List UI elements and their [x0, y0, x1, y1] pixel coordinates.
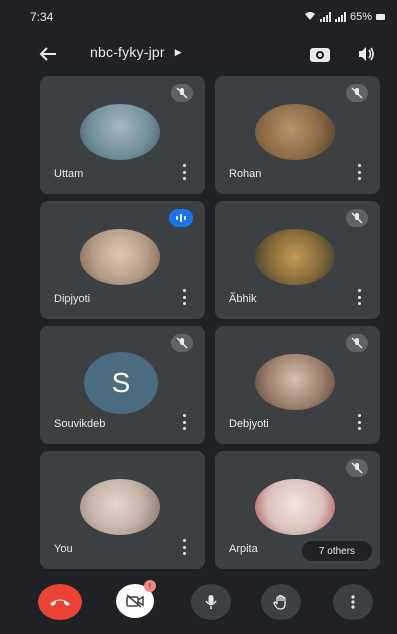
- signal-icon: [319, 12, 331, 22]
- hang-up-icon: [50, 599, 70, 606]
- mic-off-icon: [171, 84, 193, 102]
- participant-tile-rohan[interactable]: Rohan: [215, 76, 380, 194]
- participant-tile-debjyoti[interactable]: Debjyoti: [215, 326, 380, 444]
- battery-icon: [376, 14, 385, 20]
- battery-text: 65%: [349, 11, 372, 23]
- avatar: [255, 229, 335, 285]
- participant-name: Souvikdeb: [54, 418, 106, 430]
- end-call-button[interactable]: [38, 584, 82, 620]
- more-options-icon[interactable]: [181, 539, 187, 555]
- participant-name: Ãbhik: [229, 293, 257, 305]
- microphone-icon: [205, 595, 217, 609]
- avatar: [80, 104, 160, 160]
- mic-off-icon: [346, 209, 368, 227]
- switch-camera-button[interactable]: [306, 40, 334, 68]
- meeting-title[interactable]: nbc-fyky-jpr ▶: [90, 44, 182, 60]
- participant-tile-arpita[interactable]: Arpita 7 others: [215, 451, 380, 569]
- chevron-right-icon: ▶: [174, 46, 182, 57]
- more-vert-icon: [351, 595, 355, 609]
- participant-tile-you[interactable]: You: [40, 451, 205, 569]
- hand-icon: [273, 594, 286, 610]
- back-button[interactable]: [36, 42, 60, 66]
- participant-name: You: [54, 543, 73, 555]
- speaker-icon: [359, 47, 374, 61]
- mic-off-icon: [346, 84, 368, 102]
- microphone-button[interactable]: [191, 584, 231, 620]
- avatar: [255, 104, 335, 160]
- mic-off-icon: [346, 334, 368, 352]
- raise-hand-button[interactable]: [261, 584, 301, 620]
- more-options-icon[interactable]: [356, 414, 362, 430]
- avatar: [80, 229, 160, 285]
- more-options-icon[interactable]: [356, 289, 362, 305]
- status-time: 7:34: [30, 10, 54, 24]
- camera-toggle-button[interactable]: !: [116, 580, 156, 618]
- more-options-button[interactable]: [333, 584, 373, 620]
- back-arrow-icon: [39, 47, 56, 61]
- avatar: [255, 479, 335, 535]
- avatar: S: [84, 352, 158, 414]
- others-button[interactable]: 7 others: [302, 541, 372, 561]
- more-options-icon[interactable]: [181, 289, 187, 305]
- avatar: [80, 479, 160, 535]
- participant-name: Uttam: [54, 168, 84, 180]
- more-options-icon[interactable]: [181, 414, 187, 430]
- participant-name: Arpita: [229, 543, 258, 555]
- call-controls: !: [0, 578, 397, 628]
- camera-off-icon: [126, 594, 144, 608]
- meeting-code: nbc-fyky-jpr: [90, 44, 165, 60]
- speaking-indicator-icon: [169, 209, 193, 227]
- avatar: [255, 354, 335, 410]
- participant-name: Dipjyoti: [54, 293, 91, 305]
- participant-tile-uttam[interactable]: Uttam: [40, 76, 205, 194]
- participant-tile-abhik[interactable]: Ãbhik: [215, 201, 380, 319]
- camera-alert-badge: !: [144, 580, 156, 592]
- signal-icon-2: [334, 12, 346, 22]
- participant-name: Rohan: [229, 168, 262, 180]
- mic-off-icon: [346, 459, 368, 477]
- audio-output-button[interactable]: [352, 40, 380, 68]
- wifi-icon: [304, 11, 316, 24]
- meeting-top-bar: nbc-fyky-jpr ▶: [0, 36, 397, 72]
- mic-off-icon: [171, 334, 193, 352]
- participant-tile-souvikdeb[interactable]: S Souvikdeb: [40, 326, 205, 444]
- status-bar: 7:34 65%: [0, 0, 397, 34]
- more-options-icon[interactable]: [356, 164, 362, 180]
- switch-camera-icon: [310, 48, 330, 62]
- participant-tile-dipjyoti[interactable]: Dipjyoti: [40, 201, 205, 319]
- participant-name: Debjyoti: [229, 418, 269, 430]
- more-options-icon[interactable]: [181, 164, 187, 180]
- status-icons: 65%: [304, 11, 385, 24]
